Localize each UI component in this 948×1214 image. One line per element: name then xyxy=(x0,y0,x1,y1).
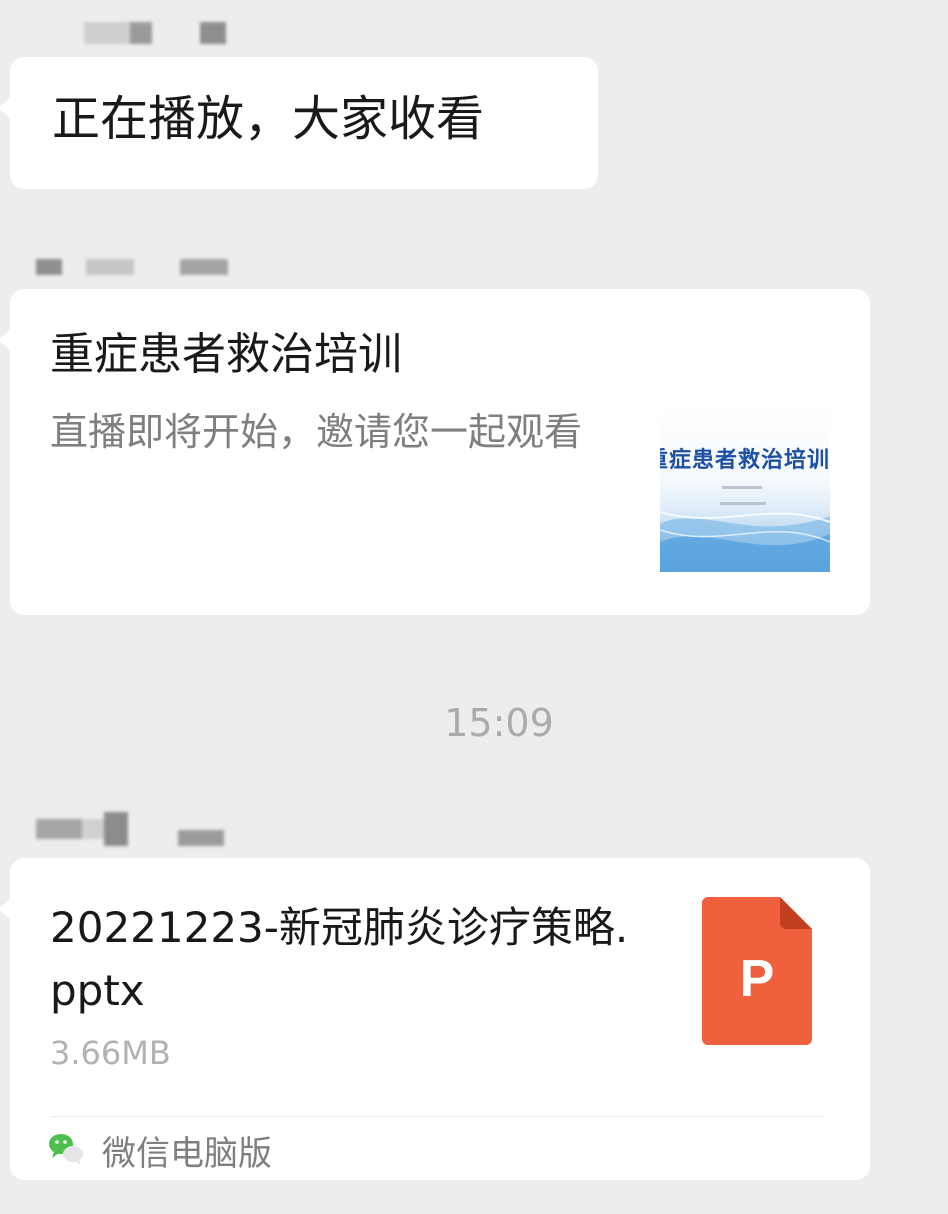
link-card-title: 重症患者救治培训 xyxy=(50,329,402,380)
sender-name-obscured xyxy=(36,259,228,275)
sender-name-obscured xyxy=(36,812,224,846)
thumbnail-subtitle-line xyxy=(720,502,766,505)
thumbnail-title: 重症患者救治培训 xyxy=(660,448,830,473)
source-label: 微信电脑版 xyxy=(102,1134,272,1174)
file-size: 3.66MB xyxy=(50,1034,171,1072)
powerpoint-file-icon: P xyxy=(702,897,812,1045)
message-text: 正在播放，大家收看 xyxy=(52,91,485,147)
file-type-letter: P xyxy=(739,950,775,1008)
file-message-card[interactable]: 20221223-新冠肺炎诊疗策略.pptx 3.66MB P 微信电脑版 xyxy=(0,858,870,1180)
sender-name-obscured xyxy=(84,22,226,44)
wechat-icon xyxy=(46,1128,86,1168)
file-name: 20221223-新冠肺炎诊疗策略.pptx xyxy=(50,903,629,1015)
file-card-divider xyxy=(50,1116,824,1117)
live-stream-link-card[interactable]: 重症患者救治培训 直播即将开始，邀请您一起观看 重症患者救治培训 xyxy=(0,289,870,615)
chat-timestamp: 15:09 xyxy=(444,701,554,745)
text-message-bubble[interactable]: 正在播放，大家收看 xyxy=(0,57,598,189)
link-card-description: 直播即将开始，邀请您一起观看 xyxy=(50,410,583,454)
thumbnail-subtitle-line xyxy=(722,486,762,489)
link-card-thumbnail[interactable]: 重症患者救治培训 xyxy=(660,404,830,572)
